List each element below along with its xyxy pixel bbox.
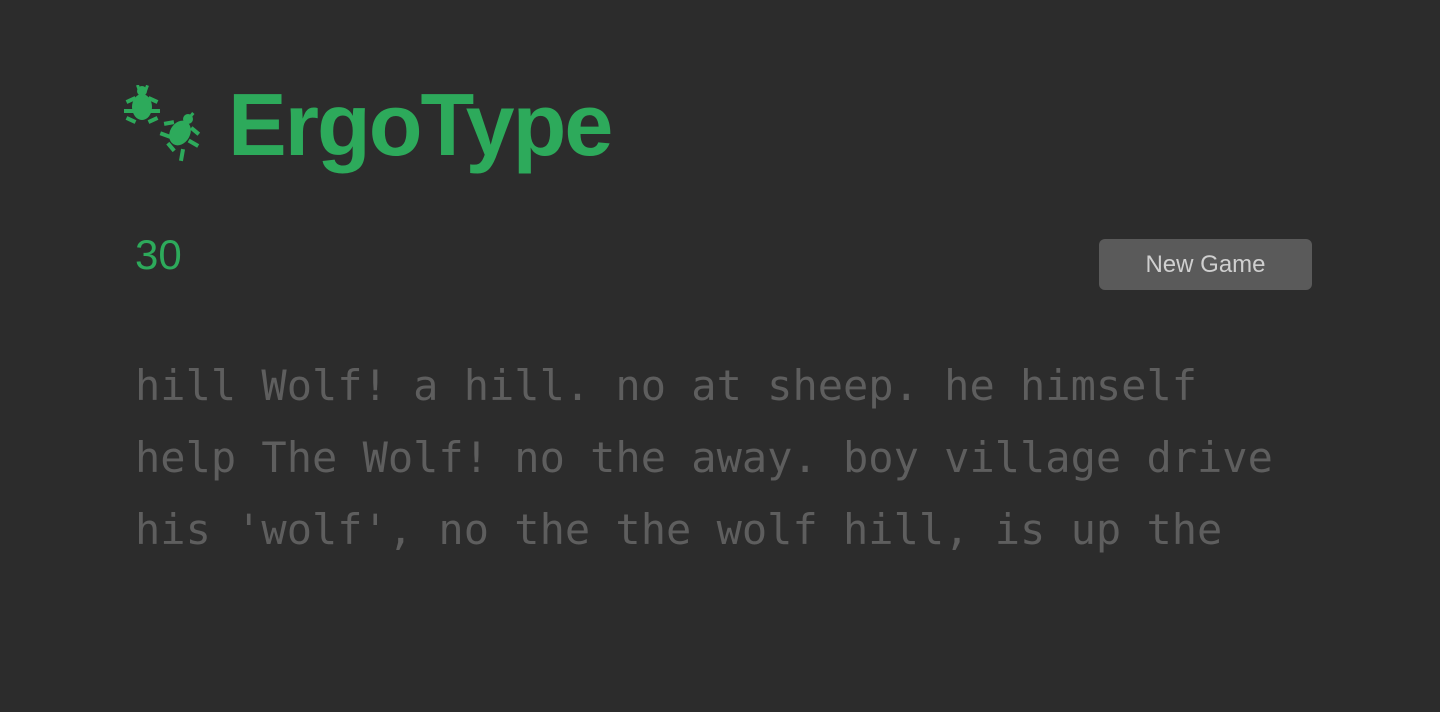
app-title: ErgoType bbox=[228, 75, 613, 174]
app-header: ErgoType bbox=[120, 70, 613, 180]
typing-text-area[interactable]: hill Wolf! a hill. no at sheep. he himse… bbox=[135, 350, 1315, 566]
text-line: hill Wolf! a hill. no at sheep. he himse… bbox=[135, 361, 1198, 410]
text-line: his 'wolf', no the the wolf hill, is up … bbox=[135, 505, 1223, 554]
ant-bugs-icon bbox=[124, 85, 201, 162]
app-page: ErgoType 30 New Game hill Wolf! a hill. … bbox=[0, 0, 1440, 712]
new-game-button[interactable]: New Game bbox=[1099, 239, 1312, 290]
text-line: help The Wolf! no the away. boy village … bbox=[135, 433, 1273, 482]
countdown-timer: 30 bbox=[135, 231, 182, 278]
